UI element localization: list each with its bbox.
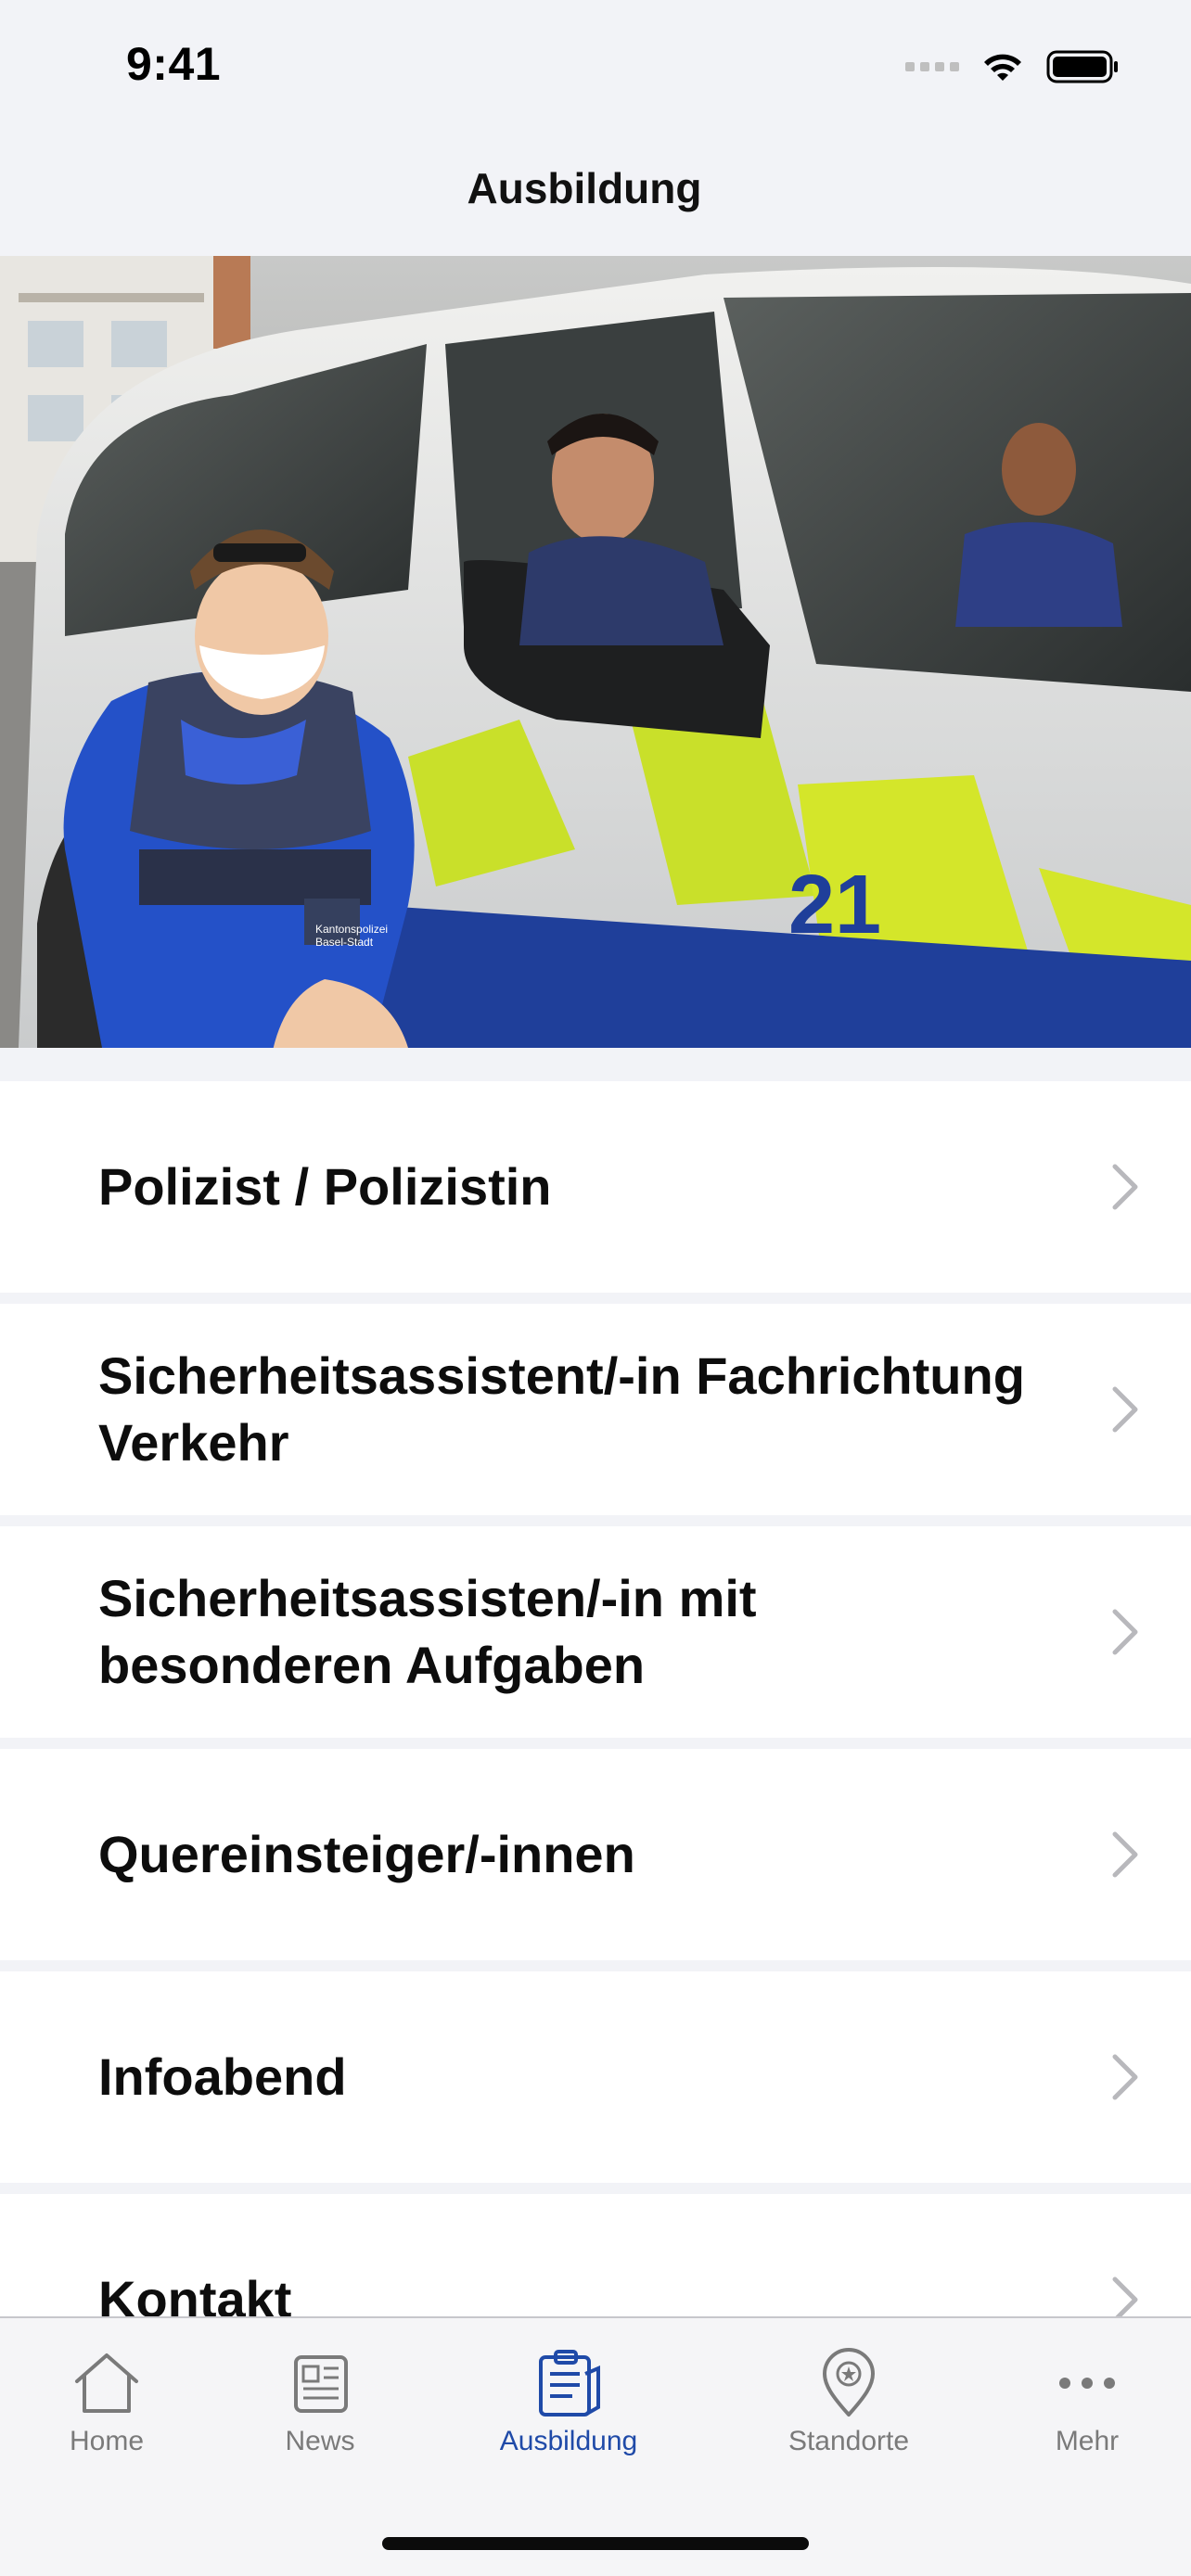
home-indicator[interactable] <box>382 2537 809 2550</box>
wifi-icon <box>984 54 1021 81</box>
tab-label: Ausbildung <box>499 2426 638 2456</box>
chevron-right-icon <box>1112 1386 1138 1433</box>
list-item-label: Sicherheitsassisten/-in mit besonderen A… <box>98 1569 757 1694</box>
cellular-signal-icon <box>905 62 959 71</box>
chevron-right-icon <box>1112 1164 1138 1210</box>
list-item-label: Infoabend <box>98 2047 347 2106</box>
screen: 9:41 Ausbildung 21 Kantonspolizei Basel-… <box>0 0 1191 2576</box>
ellipsis-icon <box>1059 2378 1115 2389</box>
tab-ausbildung[interactable]: Ausbildung <box>485 2346 652 2457</box>
van-number: 21 <box>788 859 881 951</box>
badge-text-line2: Basel-Stadt <box>315 936 374 949</box>
tab-home[interactable]: Home <box>23 2346 190 2457</box>
tab-news[interactable]: News <box>237 2346 403 2457</box>
newspaper-icon <box>294 2355 348 2413</box>
list-item-label: Sicherheitsassistent/-in Fachrichtung Ve… <box>98 1346 1025 1472</box>
hero-image: 21 Kantonspolizei Basel-Stadt <box>0 256 1191 1048</box>
house-icon <box>75 2353 138 2413</box>
status-time: 9:41 <box>126 38 222 90</box>
list-item-infoabend[interactable]: Infoabend <box>0 1971 1191 2183</box>
tab-label: News <box>285 2426 355 2456</box>
list-item-sicherheitsassistent-besondere-aufgaben[interactable]: Sicherheitsassisten/-in mit besonderen A… <box>0 1526 1191 1738</box>
list-item-sicherheitsassistent-verkehr[interactable]: Sicherheitsassistent/-in Fachrichtung Ve… <box>0 1304 1191 1515</box>
tab-label: Home <box>69 2426 145 2456</box>
tab-label: Standorte <box>788 2426 910 2456</box>
tab-standorte[interactable]: Standorte <box>765 2346 932 2457</box>
list-item-quereinsteiger[interactable]: Quereinsteiger/-innen <box>0 1749 1191 1960</box>
battery-icon <box>1046 50 1118 83</box>
tab-mehr[interactable]: Mehr <box>1004 2346 1171 2457</box>
chevron-right-icon <box>1112 1609 1138 1655</box>
page-title: Ausbildung <box>467 164 702 212</box>
status-bar: 9:41 <box>0 0 1191 139</box>
list-item-polizist[interactable]: Polizist / Polizistin <box>0 1081 1191 1293</box>
badge-text-line1: Kantonspolizei <box>315 923 388 936</box>
chevron-right-icon <box>1112 2054 1138 2100</box>
map-pin-icon <box>823 2348 875 2417</box>
clipboard-icon <box>539 2350 600 2417</box>
tab-label: Mehr <box>1055 2426 1120 2456</box>
status-icons <box>905 45 1121 89</box>
list-item-label: Polizist / Polizistin <box>98 1157 552 1216</box>
list-item-label: Quereinsteiger/-innen <box>98 1825 635 1883</box>
chevron-right-icon <box>1112 1831 1138 1878</box>
